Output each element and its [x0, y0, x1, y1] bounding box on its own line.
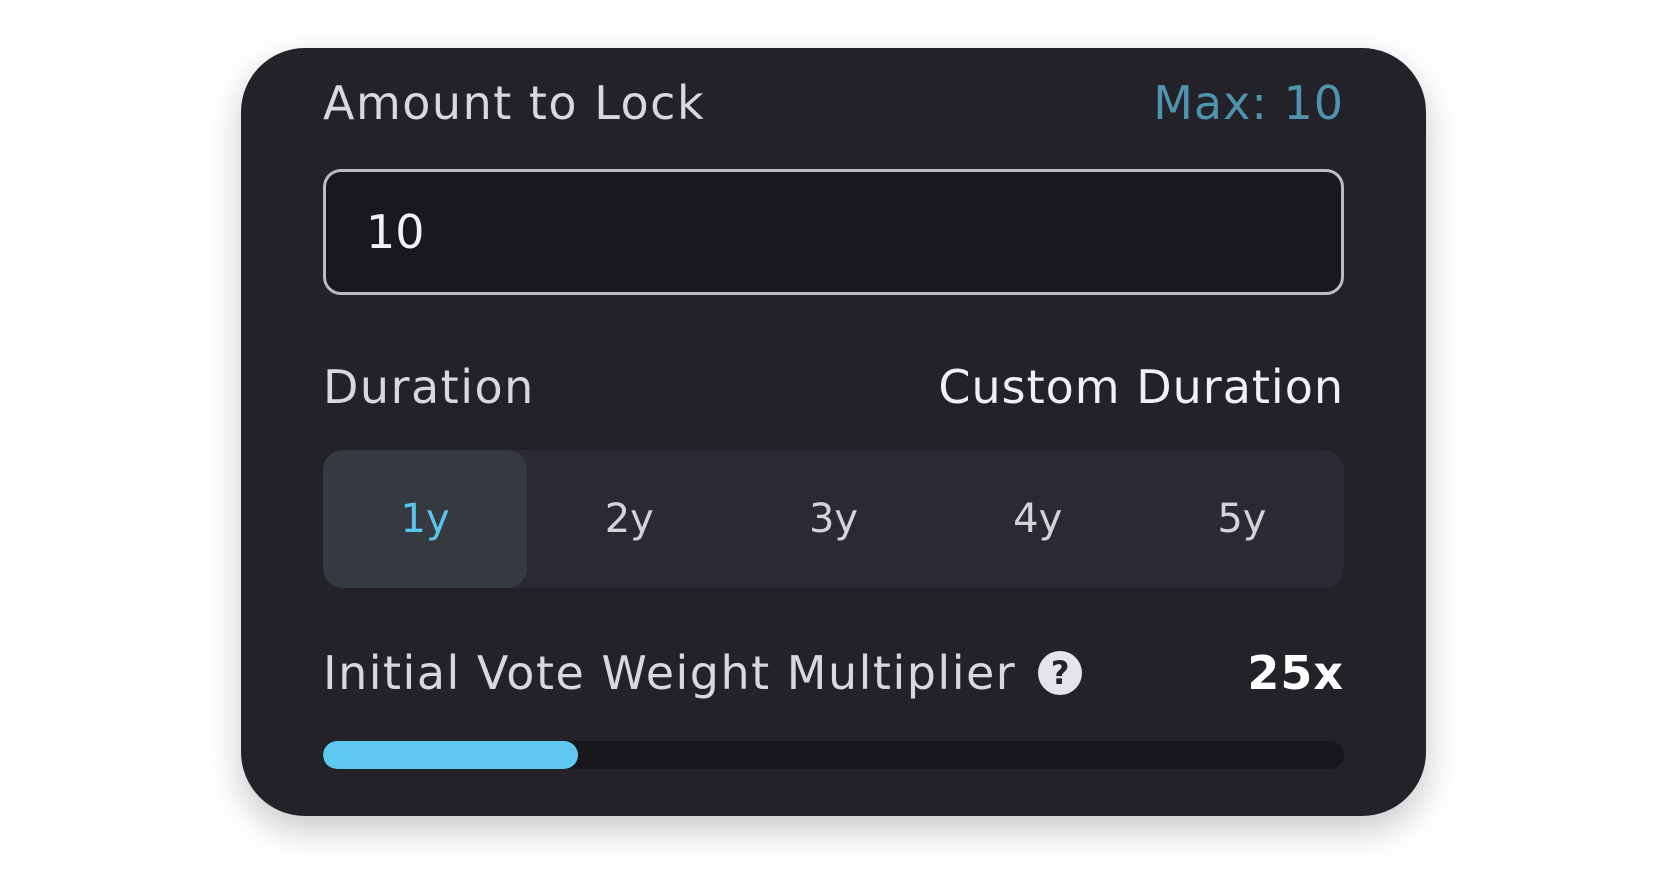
duration-header: Duration Custom Duration — [323, 360, 1344, 414]
amount-header: Amount to Lock Max: 10 — [323, 76, 1344, 130]
custom-duration-button[interactable]: Custom Duration — [938, 360, 1344, 414]
lock-card: Amount to Lock Max: 10 Duration Custom D… — [241, 48, 1426, 816]
amount-input[interactable] — [323, 169, 1344, 295]
lock-card-content: Amount to Lock Max: 10 Duration Custom D… — [323, 48, 1344, 816]
duration-option-1y[interactable]: 1y — [323, 450, 528, 588]
duration-selector: 1y 2y 3y 4y 5y — [323, 450, 1344, 588]
duration-option-3y[interactable]: 3y — [731, 450, 935, 588]
multiplier-header: Initial Vote Weight Multiplier ? 25x — [323, 645, 1344, 701]
duration-option-4y[interactable]: 4y — [936, 450, 1140, 588]
duration-option-5y[interactable]: 5y — [1140, 450, 1344, 588]
multiplier-value: 25x — [1247, 646, 1344, 700]
max-amount-button[interactable]: Max: 10 — [1153, 76, 1344, 130]
multiplier-label-group: Initial Vote Weight Multiplier ? — [323, 646, 1083, 700]
multiplier-progress-track — [323, 741, 1344, 769]
multiplier-label: Initial Vote Weight Multiplier — [323, 646, 1017, 700]
duration-option-2y[interactable]: 2y — [527, 450, 731, 588]
amount-label: Amount to Lock — [323, 76, 706, 130]
multiplier-progress-fill — [323, 741, 579, 769]
duration-label: Duration — [323, 360, 535, 414]
question-circle-icon[interactable]: ? — [1038, 651, 1083, 695]
